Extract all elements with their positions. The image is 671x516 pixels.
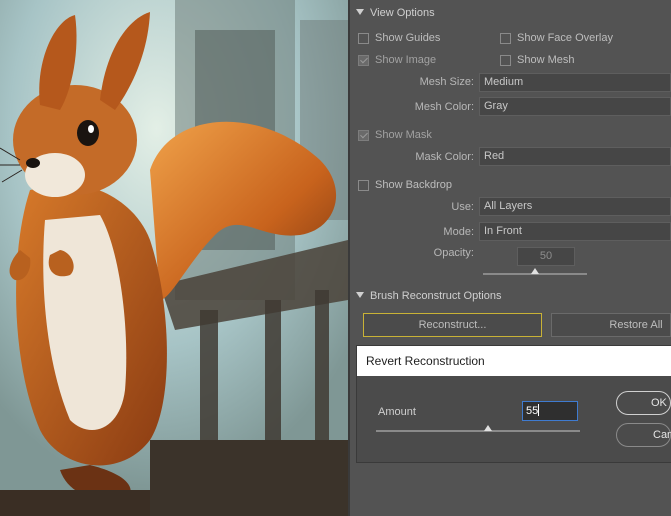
show-image-checkbox[interactable]: Show Image: [358, 54, 436, 66]
mode-label: Mode:: [443, 226, 474, 238]
dialog-title[interactable]: Revert Reconstruction: [357, 346, 671, 376]
restore-all-button[interactable]: Restore All: [551, 313, 671, 337]
section-collapse-icon[interactable]: [356, 9, 364, 15]
use-label: Use:: [451, 201, 474, 213]
section-collapse-icon[interactable]: [356, 292, 364, 298]
cancel-button[interactable]: Cancel: [616, 423, 671, 447]
mask-color-label: Mask Color:: [415, 151, 474, 163]
mask-color-select[interactable]: Red: [479, 147, 671, 166]
amount-label: Amount: [378, 406, 416, 418]
revert-reconstruction-dialog: Revert Reconstruction Amount 55 OK Cance…: [357, 346, 671, 462]
mesh-color-label: Mesh Color:: [414, 101, 474, 113]
show-guides-checkbox[interactable]: Show Guides: [358, 32, 440, 44]
brush-reconstruct-header[interactable]: Brush Reconstruct Options: [356, 290, 501, 302]
show-face-overlay-checkbox[interactable]: Show Face Overlay: [500, 32, 613, 44]
mesh-size-label: Mesh Size:: [419, 76, 474, 88]
opacity-input[interactable]: 50: [517, 247, 575, 266]
checkbox-icon[interactable]: [500, 32, 511, 44]
checkbox-icon[interactable]: [500, 54, 511, 66]
mesh-color-select[interactable]: Gray: [479, 97, 671, 116]
show-guides-label: Show Guides: [375, 32, 441, 44]
show-mask-checkbox[interactable]: Show Mask: [358, 129, 432, 141]
brush-reconstruct-title: Brush Reconstruct Options: [370, 290, 502, 302]
show-mesh-checkbox[interactable]: Show Mesh: [500, 54, 574, 66]
image-canvas[interactable]: [0, 0, 348, 516]
amount-input[interactable]: 55: [522, 401, 578, 421]
slider-knob-icon[interactable]: [484, 425, 492, 431]
reconstruct-button[interactable]: Reconstruct...: [363, 313, 542, 337]
use-select[interactable]: All Layers: [479, 197, 671, 216]
mesh-size-select[interactable]: Medium: [479, 73, 671, 92]
ok-button[interactable]: OK: [616, 391, 671, 415]
show-backdrop-checkbox[interactable]: Show Backdrop: [358, 179, 452, 191]
checkbox-icon[interactable]: [358, 179, 369, 191]
show-image-label: Show Image: [375, 54, 437, 66]
amount-value: 55: [526, 405, 539, 417]
slider-knob-icon[interactable]: [531, 268, 539, 274]
show-backdrop-label: Show Backdrop: [375, 179, 453, 191]
show-face-overlay-label: Show Face Overlay: [517, 32, 613, 44]
opacity-label: Opacity:: [433, 247, 474, 259]
show-mask-label: Show Mask: [375, 129, 432, 141]
view-options-header[interactable]: View Options: [356, 7, 435, 19]
mode-select[interactable]: In Front: [479, 222, 671, 241]
squirrel-image: [0, 0, 348, 516]
show-mesh-label: Show Mesh: [517, 54, 575, 66]
amount-slider[interactable]: [376, 430, 580, 432]
checkbox-icon[interactable]: [358, 32, 369, 44]
text-caret-icon: [538, 404, 540, 416]
checkbox-checked-icon[interactable]: [358, 54, 369, 66]
checkbox-checked-icon[interactable]: [358, 129, 369, 141]
view-options-title: View Options: [370, 7, 435, 19]
